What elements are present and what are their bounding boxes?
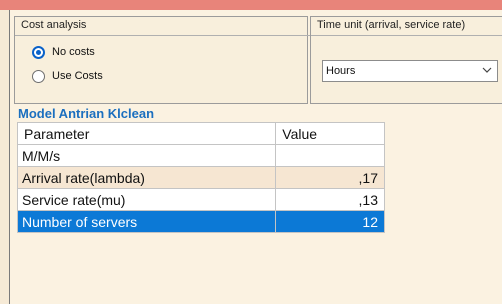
parameter-cell[interactable]: M/M/s [16, 144, 277, 167]
parameter-cell[interactable]: Arrival rate(lambda) [16, 166, 277, 189]
time-unit-value: Hours [326, 65, 356, 77]
parameter-cell[interactable]: Service rate(mu) [16, 188, 277, 211]
radio-unchecked-icon[interactable] [32, 69, 45, 83]
table-header-row: Parameter Value [16, 122, 385, 145]
value-cell[interactable] [275, 144, 385, 167]
column-header-value[interactable]: Value [275, 122, 385, 145]
radio-no-costs[interactable]: No costs [32, 44, 95, 60]
parameter-table: Parameter Value M/M/s Arrival rate(lambd… [16, 122, 385, 233]
cost-analysis-title: Cost analysis [14, 19, 389, 36]
time-unit-title: Time unit (arrival, service rate) [310, 19, 502, 36]
table-row[interactable]: Arrival rate(lambda) ,17 [16, 166, 385, 189]
window-title-bar [0, 0, 502, 10]
time-unit-select[interactable]: Hours [322, 60, 498, 82]
model-title: Model Antrian Klclean [18, 106, 155, 121]
value-cell[interactable]: 12 [275, 210, 385, 233]
left-panel-edge [0, 10, 10, 304]
table-row-selected[interactable]: Number of servers 12 [16, 210, 385, 233]
table-row[interactable]: M/M/s [16, 144, 385, 167]
cost-analysis-group: Cost analysis No costs Use Costs [14, 16, 389, 104]
column-header-parameter[interactable]: Parameter [16, 122, 277, 145]
value-cell[interactable]: ,13 [275, 188, 385, 211]
radio-use-costs-label[interactable]: Use Costs [52, 70, 103, 82]
radio-checked-icon[interactable] [32, 45, 45, 59]
radio-use-costs[interactable]: Use Costs [32, 68, 103, 84]
radio-no-costs-label[interactable]: No costs [52, 46, 95, 58]
table-row[interactable]: Service rate(mu) ,13 [16, 188, 385, 211]
time-unit-group: Time unit (arrival, service rate) Hours [310, 16, 502, 104]
parameter-cell[interactable]: Number of servers [16, 210, 277, 233]
chevron-down-icon[interactable] [482, 65, 492, 75]
value-cell[interactable]: ,17 [275, 166, 385, 189]
